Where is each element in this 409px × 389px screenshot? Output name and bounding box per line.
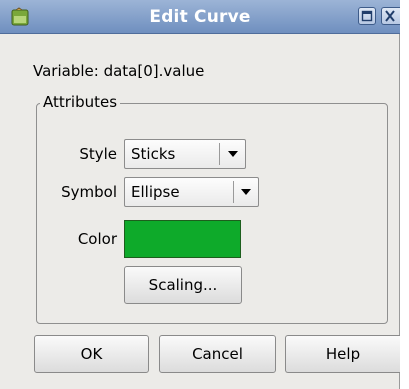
variable-value: data[0].value — [103, 62, 205, 80]
close-button[interactable] — [381, 7, 400, 25]
style-label: Style — [79, 145, 117, 163]
scaling-button[interactable]: Scaling... — [124, 266, 242, 304]
symbol-combobox[interactable]: Ellipse — [124, 177, 259, 207]
edit-curve-dialog: Edit Curve Variable: data[0].value Attri… — [0, 0, 400, 389]
combo-separator — [219, 143, 220, 165]
variable-line: Variable: data[0].value — [33, 62, 204, 80]
style-combobox[interactable]: Sticks — [124, 139, 246, 169]
close-icon — [382, 8, 400, 24]
window-title: Edit Curve — [149, 7, 251, 27]
attributes-legend: Attributes — [40, 93, 121, 111]
cancel-button[interactable]: Cancel — [159, 335, 276, 373]
combo-separator — [233, 181, 234, 203]
help-button[interactable]: Help — [285, 335, 400, 373]
symbol-label: Symbol — [61, 183, 117, 201]
color-label: Color — [77, 230, 117, 248]
maximize-button[interactable] — [358, 7, 376, 25]
symbol-selected-value: Ellipse — [131, 183, 180, 201]
variable-label: Variable: — [33, 62, 99, 80]
style-selected-value: Sticks — [131, 145, 176, 163]
title-bar[interactable]: Edit Curve — [0, 0, 400, 34]
maximize-icon — [359, 8, 375, 24]
color-swatch-button[interactable] — [124, 220, 241, 258]
ok-button[interactable]: OK — [34, 335, 149, 373]
chevron-down-icon — [228, 151, 238, 157]
chevron-down-icon — [241, 189, 251, 195]
